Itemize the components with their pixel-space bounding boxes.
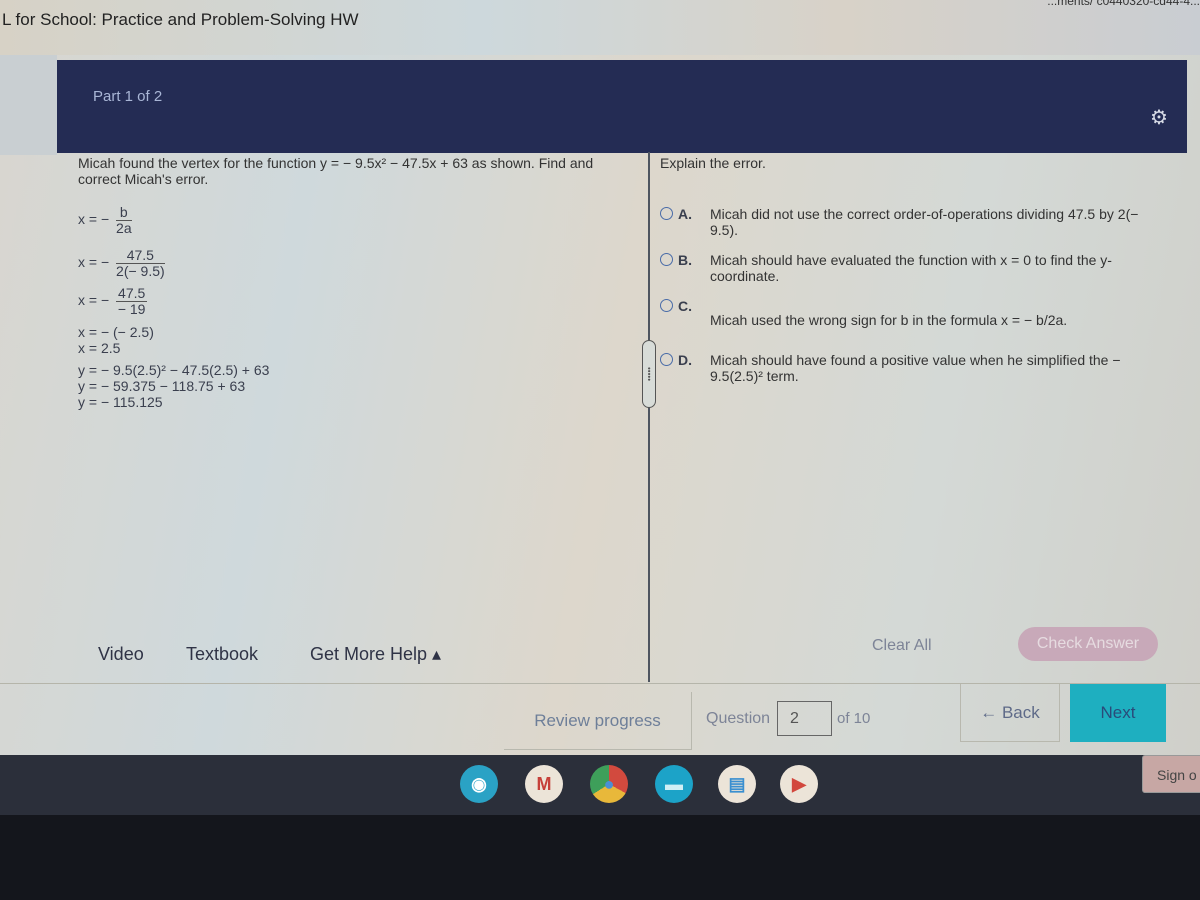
question-total: of 10 <box>837 710 871 727</box>
gmail-icon[interactable]: M <box>525 765 563 803</box>
gear-icon[interactable]: ⚙ <box>1150 108 1170 128</box>
accessibility-app-icon[interactable]: ◉ <box>460 765 498 803</box>
check-answer-button[interactable]: Check Answer <box>1018 627 1158 661</box>
option-letter: C. <box>678 298 692 314</box>
numerator: 47.5 <box>116 285 148 302</box>
option-letter: D. <box>678 352 692 368</box>
option-text: Micah did not use the correct order-of-o… <box>710 206 1139 238</box>
option-d[interactable]: D. Micah should have found a positive va… <box>660 352 1150 388</box>
fraction: 47.5 2(− 9.5) <box>116 248 165 279</box>
micah-work: x = − b 2a x = − 47.5 2(− 9.5) x = − 47.… <box>78 205 270 411</box>
numerator: 47.5 <box>116 248 165 264</box>
fraction: 47.5 − 19 <box>116 285 148 317</box>
radio-button[interactable] <box>660 299 673 312</box>
clear-all-button[interactable]: Clear All <box>872 637 932 655</box>
radio-button[interactable] <box>660 353 673 366</box>
work-line: y = − 115.125 <box>78 394 163 410</box>
radio-button[interactable] <box>660 207 673 220</box>
denominator: 2a <box>116 220 132 236</box>
work-lhs: x = − <box>78 211 110 228</box>
option-text: Micah used the wrong sign for b in the f… <box>710 312 1068 328</box>
browser-top-bar: L for School: Practice and Problem-Solvi… <box>0 0 1200 55</box>
back-button[interactable]: ← Back <box>960 684 1060 742</box>
docs-icon[interactable]: ▤ <box>718 765 756 803</box>
question-prompt: Micah found the vertex for the function … <box>78 155 594 187</box>
pane-divider[interactable] <box>648 152 650 682</box>
answer-instruction: Explain the error. <box>660 155 766 171</box>
fraction: b 2a <box>116 205 132 236</box>
header-left-strip <box>0 55 57 155</box>
url-fragment[interactable]: ...ments/ c0440320-cd44-4... <box>1047 0 1200 8</box>
work-step-3: x = − 47.5 − 19 <box>78 286 269 324</box>
screen-bezel <box>0 815 1200 900</box>
divider-drag-handle[interactable]: ••••• <box>642 340 656 408</box>
denominator: − 19 <box>117 301 146 317</box>
part-label: Part 1 of 2 <box>93 88 163 105</box>
option-letter: A. <box>678 206 692 222</box>
app-title: L for School: Practice and Problem-Solvi… <box>2 10 359 29</box>
question-label: Question <box>706 710 771 727</box>
video-link[interactable]: Video <box>98 644 144 665</box>
get-more-help-link[interactable]: Get More Help ▴ <box>310 644 441 665</box>
work-lhs: x = − <box>78 254 110 271</box>
work-step-2: x = − 47.5 2(− 9.5) <box>78 248 269 286</box>
answer-pane: Explain the error. <box>660 155 1160 171</box>
work-line: x = 2.5 <box>78 340 121 356</box>
work-line: x = − (− 2.5) <box>78 324 154 340</box>
option-b[interactable]: B. Micah should have evaluated the funct… <box>660 252 1150 288</box>
option-text: Micah should have found a positive value… <box>710 352 1121 384</box>
files-icon[interactable]: ▬ <box>655 765 693 803</box>
option-c[interactable]: C. Micah used the wrong sign for b in th… <box>660 298 1150 340</box>
chrome-icon[interactable]: ● <box>590 765 628 803</box>
option-letter: B. <box>678 252 692 268</box>
radio-button[interactable] <box>660 253 673 266</box>
option-a[interactable]: A. Micah did not use the correct order-o… <box>660 206 1150 242</box>
review-progress-button[interactable]: Review progress <box>504 692 692 750</box>
textbook-link[interactable]: Textbook <box>186 644 258 665</box>
youtube-icon[interactable]: ▶ <box>780 765 818 803</box>
option-text: Micah should have evaluated the function… <box>710 252 1112 284</box>
numerator: b <box>116 205 132 221</box>
question-pane: Micah found the vertex for the function … <box>78 155 638 187</box>
sign-out-button[interactable]: Sign o <box>1142 755 1200 793</box>
work-step-1: x = − b 2a <box>78 205 269 243</box>
work-line: y = − 59.375 − 118.75 + 63 <box>78 378 246 394</box>
work-lhs: x = − <box>78 292 110 309</box>
next-button[interactable]: Next <box>1070 684 1166 742</box>
question-header: Part 1 of 2 ⚙ <box>57 60 1187 153</box>
work-line: y = − 9.5(2.5)² − 47.5(2.5) + 63 <box>78 362 270 378</box>
question-number-input[interactable] <box>777 701 832 736</box>
denominator: 2(− 9.5) <box>116 263 165 279</box>
